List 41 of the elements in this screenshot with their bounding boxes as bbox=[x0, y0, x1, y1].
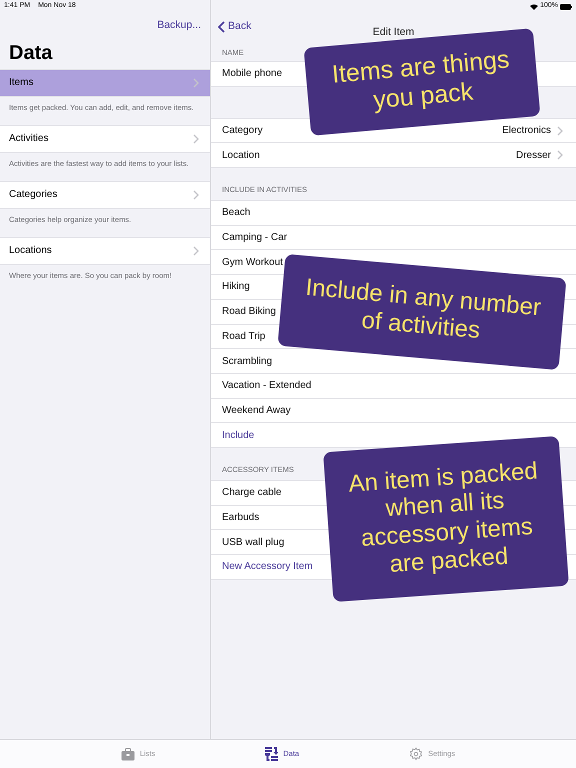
chevron-right-icon bbox=[557, 126, 563, 136]
sidebar-item[interactable]: Categories bbox=[0, 180, 210, 209]
sidebar-item[interactable]: Items bbox=[0, 68, 210, 97]
activity-label[interactable]: Beach bbox=[222, 205, 250, 220]
new-accessory-link[interactable]: New Accessory Item bbox=[222, 559, 313, 574]
accessory-label[interactable]: Earbuds bbox=[222, 510, 260, 525]
wifi-icon bbox=[530, 4, 538, 10]
activity-label[interactable]: Camping - Car bbox=[222, 230, 288, 246]
sidebar-item-label: Categories bbox=[9, 188, 58, 202]
accessory-label[interactable]: USB wall plug bbox=[222, 534, 284, 550]
activity-label[interactable]: Weekend Away bbox=[222, 402, 291, 418]
chevron-right-icon bbox=[193, 78, 199, 88]
back-button[interactable]: Back bbox=[211, 18, 252, 34]
sidebar-item-label: Activities bbox=[9, 132, 48, 146]
property-label: Location bbox=[222, 148, 261, 163]
property-label: Category bbox=[222, 124, 264, 138]
chevron-left-icon bbox=[218, 20, 225, 32]
chevron-right-icon bbox=[193, 190, 199, 200]
activity-label[interactable]: Scrambling bbox=[222, 354, 272, 369]
briefcase-icon bbox=[120, 748, 135, 760]
sidebar-title: Data bbox=[8, 40, 54, 66]
chevron-right-icon bbox=[193, 246, 199, 256]
activity-label[interactable]: Road Trip bbox=[222, 328, 266, 344]
nav-title: Edit Item bbox=[372, 25, 414, 40]
activity-label[interactable]: Hiking bbox=[222, 279, 250, 294]
sidebar-item-label: Items bbox=[9, 76, 34, 90]
activity-label[interactable]: Vacation - Extended bbox=[222, 378, 312, 394]
battery-icon bbox=[560, 4, 572, 10]
chevron-right-icon bbox=[557, 150, 563, 160]
list-arrows-icon bbox=[265, 747, 278, 761]
gear-icon bbox=[409, 747, 424, 761]
activity-label[interactable]: Road Biking bbox=[222, 304, 276, 320]
sidebar-item[interactable]: Locations bbox=[0, 236, 210, 265]
chevron-right-icon bbox=[193, 134, 199, 144]
include-link[interactable]: Include bbox=[222, 428, 254, 443]
sidebar-item-label: Locations bbox=[9, 244, 52, 258]
sidebar-item[interactable]: Activities bbox=[0, 124, 210, 153]
accessory-label[interactable]: Charge cable bbox=[222, 485, 282, 500]
backup-button[interactable]: Backup... bbox=[157, 18, 201, 34]
name-field[interactable]: Mobile phone bbox=[222, 66, 282, 82]
property-value: Dresser bbox=[516, 148, 551, 163]
